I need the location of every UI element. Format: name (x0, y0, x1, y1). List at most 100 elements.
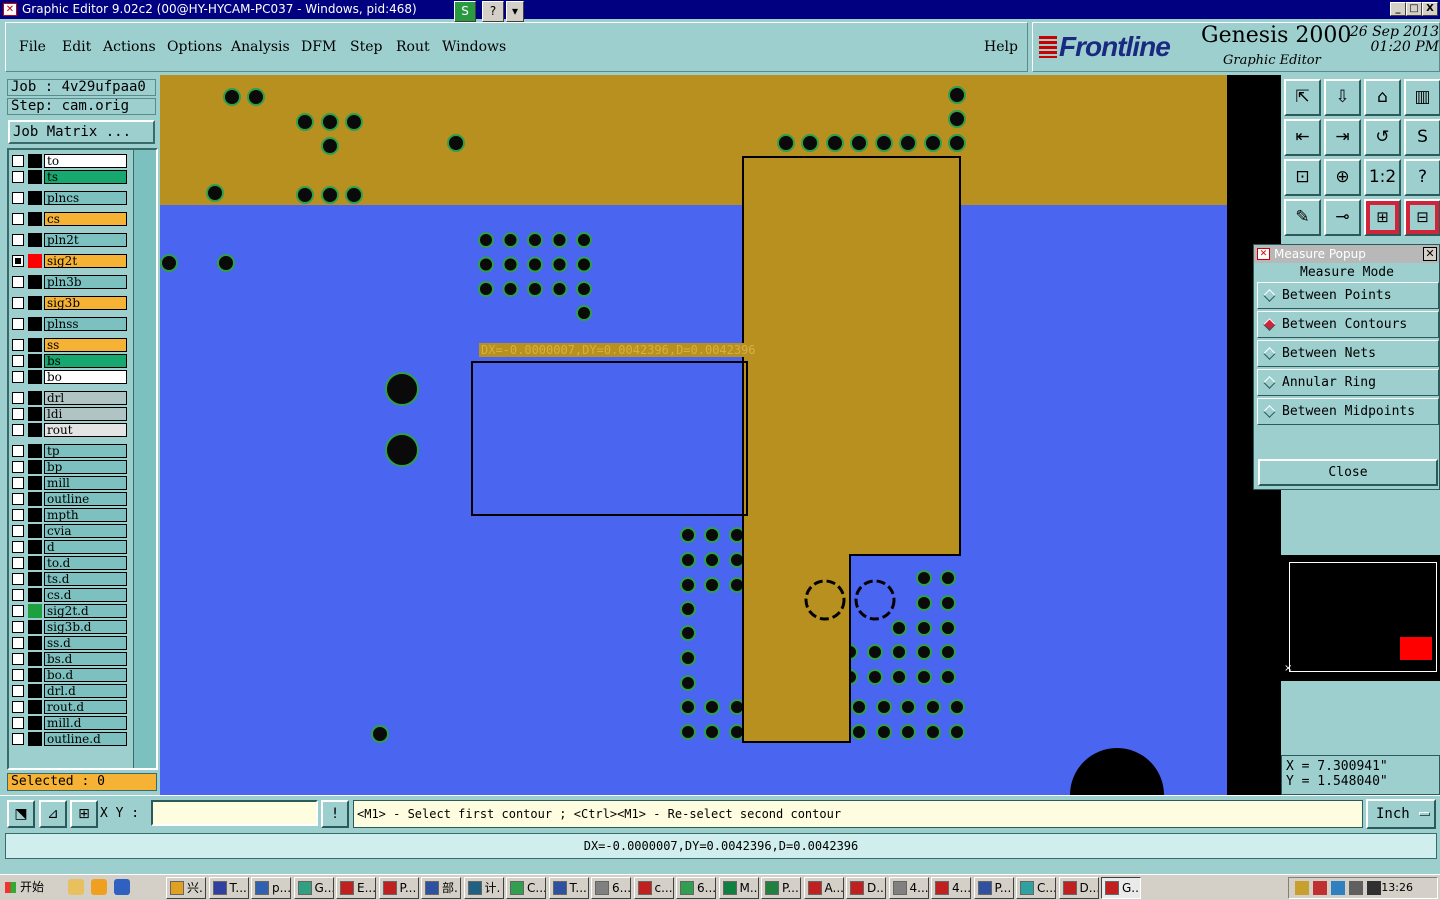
units-select[interactable]: Inch (1366, 799, 1436, 829)
layer-color-swatch[interactable] (28, 636, 42, 650)
taskbar-task[interactable]: P... (761, 877, 801, 899)
layer-name[interactable]: drl (44, 391, 127, 405)
layer-color-swatch[interactable] (28, 170, 42, 184)
option-annular-ring[interactable]: Annular Ring (1257, 369, 1439, 396)
layer-name[interactable]: sig3b (44, 296, 127, 310)
tool-button-1[interactable]: ⇩ (1324, 79, 1361, 116)
layer-checkbox[interactable] (12, 155, 24, 167)
taskbar-task[interactable]: C... (1016, 877, 1056, 899)
layer-color-swatch[interactable] (28, 423, 42, 437)
layer-checkbox[interactable] (12, 605, 24, 617)
layer-name[interactable]: drl.d (44, 684, 127, 698)
layer-color-swatch[interactable] (28, 191, 42, 205)
menu-analysis[interactable]: Analysis (231, 39, 290, 55)
layer-color-swatch[interactable] (28, 444, 42, 458)
menu-windows[interactable]: Windows (442, 39, 506, 55)
layer-color-swatch[interactable] (28, 684, 42, 698)
taskbar-task[interactable]: T... (208, 877, 249, 899)
canvas-scrollbar[interactable] (1227, 75, 1239, 795)
job-matrix-button[interactable]: Job Matrix ... (8, 120, 155, 144)
dropdown-button[interactable]: ▾ (506, 1, 524, 22)
layer-name[interactable]: d (44, 540, 127, 554)
menu-step[interactable]: Step (350, 39, 382, 55)
tool-button-13[interactable]: ⊸ (1324, 199, 1361, 236)
tool-button-10[interactable]: 1:2 (1364, 159, 1401, 196)
layer-checkbox[interactable] (12, 509, 24, 521)
layer-color-swatch[interactable] (28, 154, 42, 168)
board-drawing[interactable] (160, 75, 1227, 795)
popup-close-icon[interactable]: ✕ (1423, 247, 1437, 261)
layer-name[interactable]: rout (44, 423, 127, 437)
layer-checkbox[interactable] (12, 525, 24, 537)
close-window-button[interactable]: X (1422, 2, 1438, 16)
taskbar-task[interactable]: G... (1101, 877, 1141, 899)
layer-color-swatch[interactable] (28, 732, 42, 746)
layer-name[interactable]: mill (44, 476, 127, 490)
layer-name[interactable]: cs.d (44, 588, 127, 602)
menu-edit[interactable]: Edit (62, 39, 91, 55)
layer-checkbox[interactable] (12, 573, 24, 585)
layer-name[interactable]: bo.d (44, 668, 127, 682)
layer-name[interactable]: ldi (44, 407, 127, 421)
taskbar-task[interactable]: 兴. (166, 877, 206, 899)
layer-checkbox[interactable] (12, 685, 24, 697)
layer-name[interactable]: to.d (44, 556, 127, 570)
taskbar-task[interactable]: M... (718, 877, 759, 899)
menu-actions[interactable]: Actions (103, 39, 156, 55)
taskbar-task[interactable]: E... (336, 877, 376, 899)
maximize-button[interactable]: □ (1406, 2, 1422, 16)
s-button[interactable]: S (454, 1, 476, 22)
tool-button-12[interactable]: ✎ (1284, 199, 1321, 236)
taskbar-task[interactable]: P... (378, 877, 419, 899)
overview-map[interactable]: × (1281, 555, 1440, 681)
layer-name[interactable]: ts (44, 170, 127, 184)
quicklaunch-icon[interactable] (91, 879, 107, 895)
tool-button-4[interactable]: ⇤ (1284, 119, 1321, 156)
layer-color-swatch[interactable] (28, 524, 42, 538)
layer-name[interactable]: pln3b (44, 275, 127, 289)
layer-checkbox[interactable] (12, 424, 24, 436)
taskbar-task[interactable]: 计. (463, 877, 504, 899)
layer-name[interactable]: outline.d (44, 732, 127, 746)
taskbar-task[interactable]: 6... (591, 877, 631, 899)
menu-help[interactable]: Help (984, 39, 1018, 55)
layer-name[interactable]: ts.d (44, 572, 127, 586)
layer-color-swatch[interactable] (28, 296, 42, 310)
start-button[interactable]: 开始 (2, 877, 50, 899)
tool-button-2[interactable]: ⌂ (1364, 79, 1401, 116)
menu-dfm[interactable]: DFM (301, 39, 336, 55)
layer-checkbox[interactable] (12, 461, 24, 473)
layer-checkbox[interactable] (12, 371, 24, 383)
layer-name[interactable]: mill.d (44, 716, 127, 730)
layer-name[interactable]: sig2t.d (44, 604, 127, 618)
layer-color-swatch[interactable] (28, 212, 42, 226)
taskbar-task[interactable]: p... (251, 877, 291, 899)
taskbar-task[interactable]: 6... (676, 877, 716, 899)
taskbar-task[interactable]: P... (973, 877, 1014, 899)
taskbar-task[interactable]: c... (633, 877, 674, 899)
layer-checkbox[interactable] (12, 171, 24, 183)
taskbar-task[interactable]: 部. (421, 877, 461, 899)
layer-color-swatch[interactable] (28, 716, 42, 730)
tool-button-11[interactable]: ? (1404, 159, 1440, 196)
tool-button-9[interactable]: ⊕ (1324, 159, 1361, 196)
grid-icon[interactable]: ⊞ (70, 800, 98, 828)
layer-checkbox[interactable] (12, 213, 24, 225)
layer-color-swatch[interactable] (28, 317, 42, 331)
tool-button-6[interactable]: ↺ (1364, 119, 1401, 156)
layer-checkbox[interactable] (12, 355, 24, 367)
measure-close-button[interactable]: Close (1258, 459, 1438, 486)
layer-color-swatch[interactable] (28, 370, 42, 384)
layer-checkbox[interactable] (12, 255, 24, 267)
layer-color-swatch[interactable] (28, 556, 42, 570)
layer-name[interactable]: bo (44, 370, 127, 384)
layer-checkbox[interactable] (12, 192, 24, 204)
taskbar-task[interactable]: D... (1058, 877, 1099, 899)
layer-checkbox[interactable] (12, 339, 24, 351)
layer-checkbox[interactable] (12, 653, 24, 665)
layer-name[interactable]: pln2t (44, 233, 127, 247)
layer-color-swatch[interactable] (28, 572, 42, 586)
layer-name[interactable]: sig2t (44, 254, 127, 268)
tool-button-14[interactable]: ⊞ (1364, 199, 1401, 236)
layer-name[interactable]: ss (44, 338, 127, 352)
